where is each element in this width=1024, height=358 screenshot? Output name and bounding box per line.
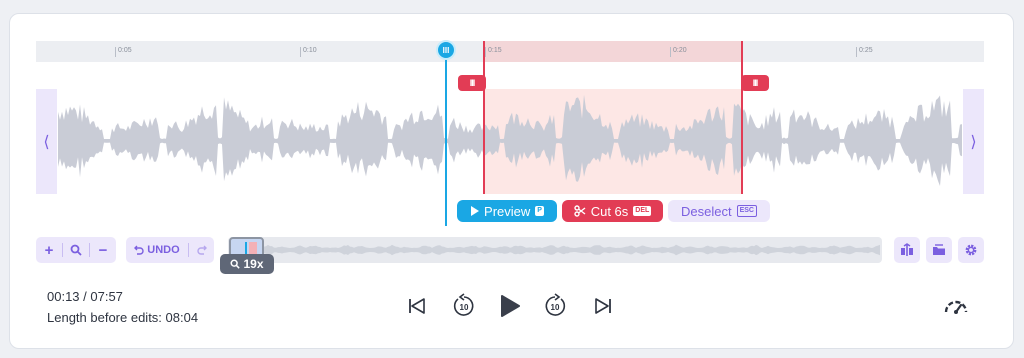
zoom-controls: + −: [36, 237, 116, 263]
svg-text:10: 10: [460, 303, 469, 312]
undo-button[interactable]: UNDO: [126, 237, 188, 263]
forward-10-icon: 10: [545, 293, 566, 316]
gear-icon: [965, 244, 977, 256]
tick-label: 0:10: [300, 47, 317, 57]
history-controls: UNDO: [126, 237, 214, 263]
zoom-in-button[interactable]: +: [36, 237, 62, 263]
split-icon: [901, 243, 913, 256]
preview-shortcut-badge: P: [535, 206, 544, 216]
playhead-handle[interactable]: III: [436, 40, 456, 60]
selection-ruler-highlight: [484, 41, 742, 62]
zoom-level-badge: 19x: [220, 254, 274, 274]
playback-speed-button[interactable]: [940, 290, 972, 322]
undo-icon: [134, 245, 144, 255]
play-icon: [501, 295, 520, 317]
tick-label: 0:05: [115, 47, 132, 57]
forward-10-button[interactable]: 10: [541, 290, 569, 322]
zoom-out-button[interactable]: −: [90, 237, 116, 263]
rewind-10-button[interactable]: 10: [450, 290, 478, 322]
tick-label: 0:20: [670, 47, 687, 57]
tick-label: 0:25: [856, 47, 873, 57]
selection-start-line: [483, 41, 485, 194]
scissors-icon: [574, 205, 586, 217]
cut-shortcut-badge: DEL: [633, 206, 652, 216]
zoom-fit-button[interactable]: [63, 237, 89, 263]
plus-icon: +: [44, 241, 54, 259]
playhead-line: [445, 50, 447, 226]
speedometer-icon: [944, 300, 968, 314]
minus-icon: −: [98, 241, 108, 259]
waveform[interactable]: [36, 89, 984, 194]
chevron-right-icon: ⟩: [970, 133, 977, 151]
scroll-left-button[interactable]: ⟨: [36, 89, 57, 194]
waveform-shape: [58, 94, 962, 186]
scroll-right-button[interactable]: ⟩: [963, 89, 984, 194]
length-before-edits: Length before edits: 08:04: [47, 310, 199, 325]
playback-time: 00:13 / 07:57: [47, 289, 123, 304]
selection-end-line: [741, 41, 743, 194]
play-button[interactable]: [497, 290, 523, 322]
cut-label: Cut 6s: [590, 203, 629, 219]
selection-start-handle[interactable]: III: [458, 75, 486, 91]
search-icon: [70, 244, 82, 256]
settings-button[interactable]: [958, 237, 984, 263]
overview-waveform[interactable]: [228, 237, 882, 263]
folder-icon: [933, 244, 945, 255]
skip-to-end-icon: [595, 298, 611, 314]
overview-waveform-shape: [264, 244, 880, 256]
zoom-level-label: 19x: [243, 257, 264, 271]
play-icon: [471, 206, 480, 216]
skip-to-start-button[interactable]: [404, 290, 430, 322]
preview-button[interactable]: Preview P: [457, 200, 557, 222]
split-button[interactable]: [894, 237, 920, 263]
search-icon: [230, 259, 241, 269]
svg-text:10: 10: [551, 303, 560, 312]
chevron-left-icon: ⟨: [43, 133, 50, 151]
redo-button[interactable]: [189, 237, 214, 263]
deselect-button[interactable]: Deselect ESC: [668, 200, 770, 222]
skip-to-start-icon: [409, 298, 425, 314]
tick-label: 0:15: [485, 47, 502, 57]
deselect-label: Deselect: [681, 203, 732, 219]
skip-to-end-button[interactable]: [590, 290, 616, 322]
rewind-10-icon: 10: [453, 293, 474, 316]
preview-label: Preview: [484, 203, 531, 219]
selection-end-handle[interactable]: III: [741, 75, 769, 91]
undo-label: UNDO: [147, 244, 180, 256]
folder-button[interactable]: [926, 237, 952, 263]
cut-button[interactable]: Cut 6s DEL: [562, 200, 663, 222]
deselect-shortcut-badge: ESC: [736, 205, 757, 217]
redo-icon: [196, 245, 207, 255]
